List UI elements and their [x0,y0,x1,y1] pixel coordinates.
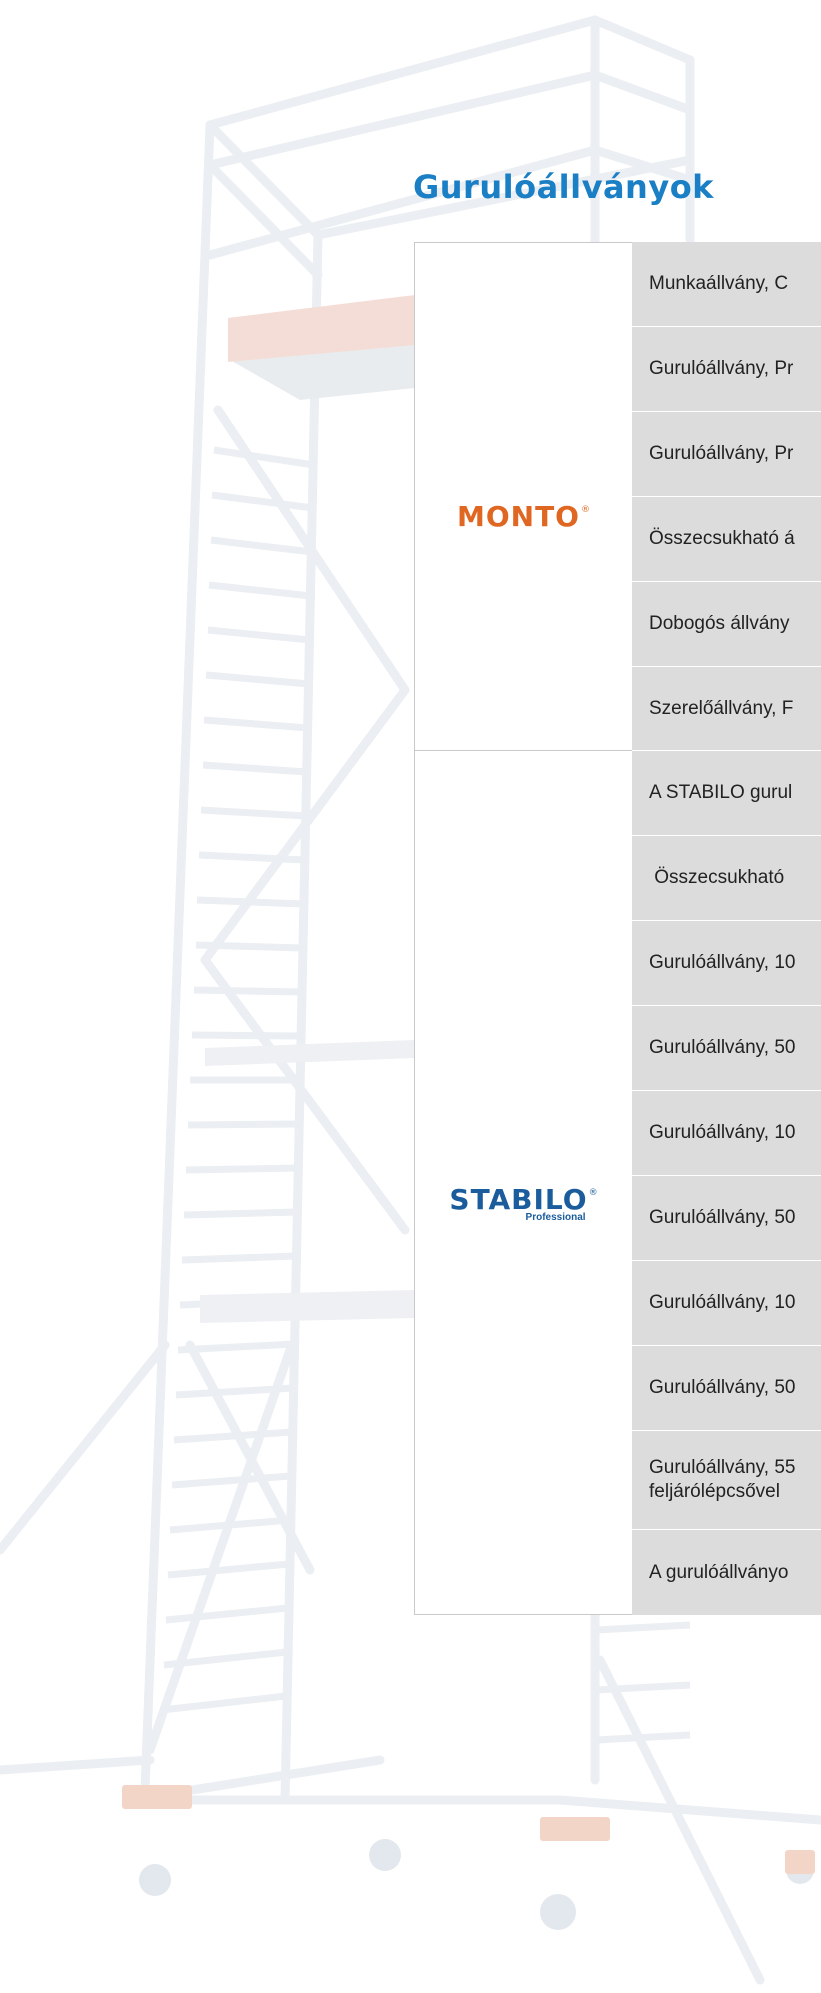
product-catalog-table: MONTO® STABILO® Professional Munkaállván… [414,242,821,1615]
product-link[interactable]: Gurulóállvány, 50 [632,1346,821,1431]
product-link[interactable]: Gurulóállvány, Pr [632,327,821,412]
product-link[interactable]: A STABILO gurul [632,751,821,836]
product-link[interactable]: Szerelőállvány, F [632,667,821,751]
stabilo-registered-mark: ® [588,1187,599,1198]
brand-cell-stabilo: STABILO® Professional [414,750,632,1615]
product-link-label: Gurulóállvány, 55 feljárólépcsővel [649,1457,796,1502]
page-title: Gurulóállványok [413,168,714,206]
product-link[interactable]: Gurulóállvány, 10 [632,1091,821,1176]
monto-logo: MONTO® [457,500,590,533]
product-link-label: Gurulóállvány, 50 [649,1207,796,1228]
product-link-label: Gurulóállvány, Pr [649,358,794,379]
stabilo-logo-text: STABILO [449,1182,588,1216]
monto-logo-text: MONTO [456,500,580,533]
product-link[interactable]: Gurulóállvány, Pr [632,412,821,497]
product-link[interactable]: Gurulóállvány, 10 [632,921,821,1006]
product-link-label: Összecsukható á [649,528,795,549]
product-link-label: Gurulóállvány, 50 [649,1037,796,1058]
product-link-label: Munkaállvány, C [649,273,789,294]
product-link-label: Szerelőállvány, F [649,697,794,719]
product-link[interactable]: Összecsukható [632,836,821,921]
product-link[interactable]: Munkaállvány, C [632,242,821,327]
product-link-label: Gurulóállvány, 10 [649,952,796,973]
product-link-list: Munkaállvány, C Gurulóállvány, Pr Guruló… [632,242,821,1615]
monto-registered-mark: ® [581,505,591,515]
product-link-label: Gurulóállvány, 50 [649,1377,796,1398]
brand-cell-monto: MONTO® [414,242,632,751]
product-link[interactable]: Összecsukható á [632,497,821,582]
product-link[interactable]: A gurulóállványo [632,1530,821,1615]
product-link-label: Gurulóállvány, Pr [649,443,794,464]
product-link-label: Dobogós állvány [649,613,790,634]
product-link[interactable]: Gurulóállvány, 50 [632,1176,821,1261]
product-link-label: A gurulóállványo [649,1561,789,1583]
product-link[interactable]: Gurulóállvány, 55 feljárólépcsővel [632,1431,821,1530]
product-link[interactable]: Dobogós állvány [632,582,821,667]
product-link-label: A STABILO gurul [649,782,793,803]
stabilo-logo: STABILO® Professional [449,1183,597,1223]
product-link[interactable]: Gurulóállvány, 10 [632,1261,821,1346]
product-link[interactable]: Gurulóállvány, 50 [632,1006,821,1091]
product-link-label: Gurulóállvány, 10 [649,1122,796,1143]
product-link-label: Összecsukható [649,867,785,888]
product-link-label: Gurulóállvány, 10 [649,1292,796,1313]
